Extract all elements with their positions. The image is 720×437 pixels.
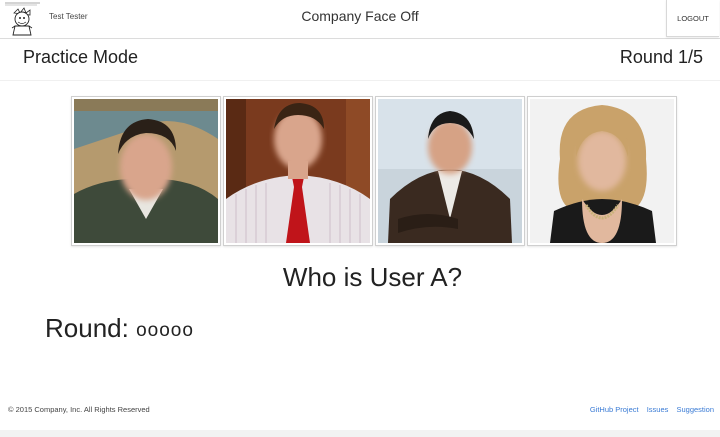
round-progress-label: Round: bbox=[45, 313, 129, 343]
user-name[interactable]: Test Tester bbox=[49, 12, 88, 21]
bottom-divider bbox=[0, 430, 720, 437]
face-photo-4[interactable] bbox=[527, 96, 677, 246]
person-photo-icon bbox=[530, 99, 674, 243]
round-counter: Round 1/5 bbox=[619, 47, 703, 67]
mode-title: Practice Mode bbox=[23, 47, 139, 67]
person-photo-icon bbox=[226, 99, 370, 243]
avatar[interactable] bbox=[4, 1, 42, 37]
app-title: Company Face Off bbox=[301, 8, 419, 24]
github-project-link[interactable]: GitHub Project bbox=[590, 405, 639, 414]
copyright-text: © 2015 Company, Inc. All Rights Reserved bbox=[8, 405, 150, 414]
round-progress: Round: ooooo bbox=[45, 313, 194, 344]
cartoon-avatar-icon bbox=[4, 1, 42, 36]
footer: © 2015 Company, Inc. All Rights Reserved… bbox=[0, 398, 720, 422]
top-navbar: Test Tester Company Face Off LOGOUT bbox=[0, 0, 720, 39]
face-photo-1[interactable] bbox=[71, 96, 221, 246]
face-photo-2[interactable] bbox=[223, 96, 373, 246]
round-progress-dots: ooooo bbox=[136, 320, 194, 341]
game-header: Practice Mode Round 1/5 bbox=[0, 40, 720, 81]
person-photo-icon bbox=[378, 99, 522, 243]
person-photo-icon bbox=[74, 99, 218, 243]
issues-link[interactable]: Issues bbox=[647, 405, 669, 414]
footer-links: GitHub Project Issues Suggestion bbox=[584, 405, 714, 414]
question-prompt: Who is User A? bbox=[282, 262, 463, 292]
photo-choices bbox=[71, 96, 677, 246]
suggestion-link[interactable]: Suggestion bbox=[676, 405, 714, 414]
logout-button[interactable]: LOGOUT bbox=[666, 0, 719, 37]
face-photo-3[interactable] bbox=[375, 96, 525, 246]
